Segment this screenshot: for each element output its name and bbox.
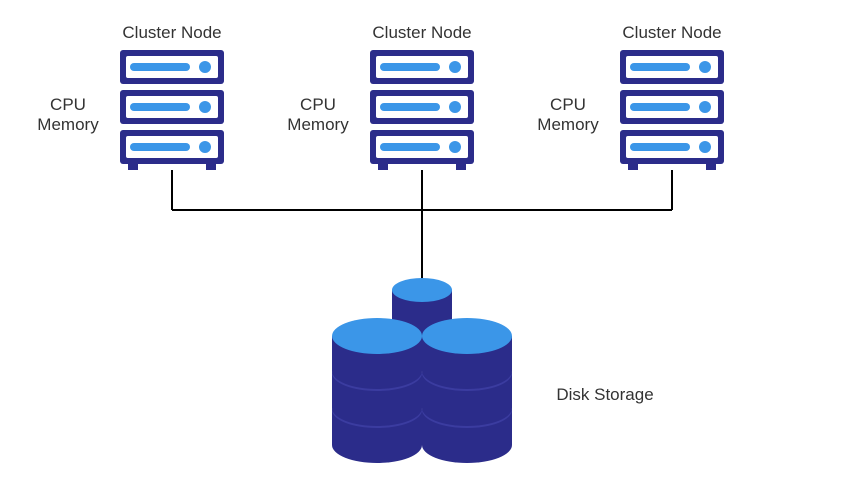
server-icon xyxy=(370,50,474,170)
node-title: Cluster Node xyxy=(122,23,221,42)
disk-storage-label: Disk Storage xyxy=(556,385,653,404)
cpu-label: CPU xyxy=(50,95,86,114)
node-title: Cluster Node xyxy=(622,23,721,42)
cluster-node: Cluster Node CPU M xyxy=(287,23,474,170)
disk-storage-icon xyxy=(332,278,512,463)
memory-label: Memory xyxy=(537,115,599,134)
memory-label: Memory xyxy=(287,115,349,134)
server-icon xyxy=(120,50,224,170)
cpu-label: CPU xyxy=(550,95,586,114)
cpu-label: CPU xyxy=(300,95,336,114)
cluster-architecture-diagram: Cluster Node xyxy=(0,0,865,500)
cluster-node: Cluster Node xyxy=(37,23,224,170)
cluster-node: Cluster Node CPU M xyxy=(537,23,724,170)
server-icon xyxy=(620,50,724,170)
node-title: Cluster Node xyxy=(372,23,471,42)
memory-label: Memory xyxy=(37,115,99,134)
